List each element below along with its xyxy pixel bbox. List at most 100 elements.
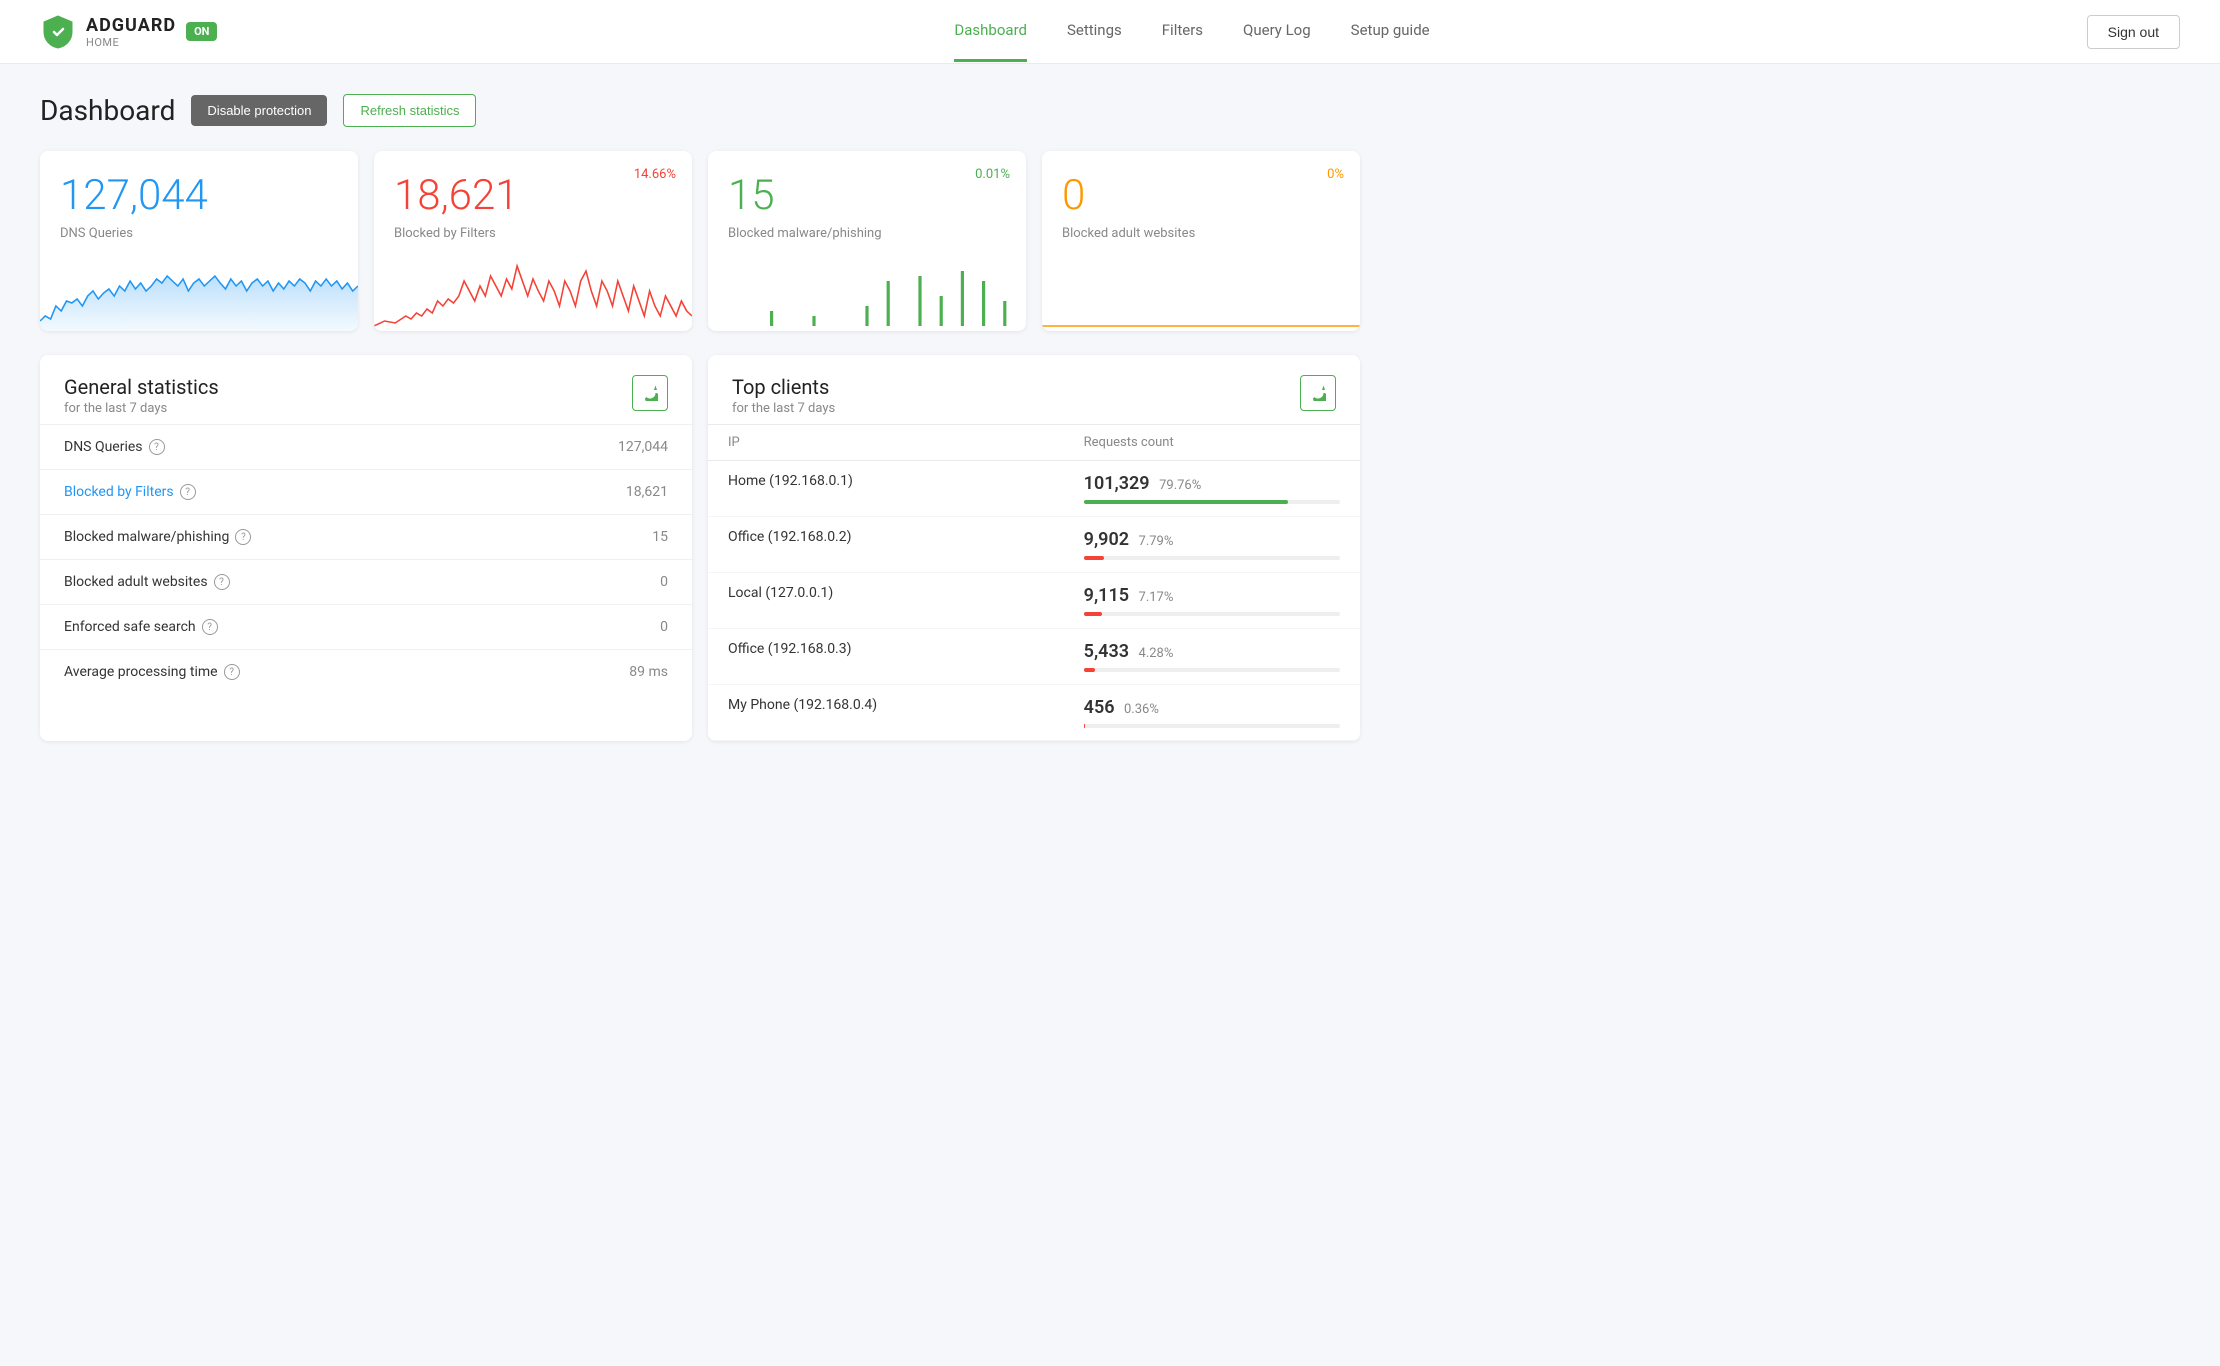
table-row: My Phone (192.168.0.4) 456 0.36% <box>708 685 1360 741</box>
top-clients-table: IP Requests count Home (192.168.0.1) 101… <box>708 424 1360 741</box>
table-row: Office (192.168.0.2) 9,902 7.79% <box>708 517 1360 573</box>
table-row: DNS Queries ? 127,044 <box>40 425 692 470</box>
row-label-safe-search: Enforced safe search ? <box>64 619 476 635</box>
help-icon-dns[interactable]: ? <box>149 439 165 455</box>
row-value-safe-search: 0 <box>500 605 692 650</box>
row-value-dns: 127,044 <box>500 425 692 470</box>
brand-name: ADGUARD <box>86 15 176 36</box>
general-stats-title: General statistics <box>64 375 219 399</box>
table-row: Blocked malware/phishing ? 15 <box>40 515 692 560</box>
general-stats-subtitle: for the last 7 days <box>64 401 219 416</box>
general-statistics-panel: General statistics for the last 7 days D… <box>40 355 692 741</box>
help-icon-blocked[interactable]: ? <box>180 484 196 500</box>
client-bar-fill-3 <box>1084 668 1095 672</box>
sign-out-button[interactable]: Sign out <box>2087 15 2180 49</box>
malware-percentage: 0.01% <box>975 167 1010 182</box>
help-icon-malware[interactable]: ? <box>235 529 251 545</box>
client-bar-fill-1 <box>1084 556 1104 560</box>
top-clients-subtitle: for the last 7 days <box>732 401 835 416</box>
malware-number: 15 <box>728 171 1006 220</box>
row-value-malware: 15 <box>500 515 692 560</box>
nav-query-log[interactable]: Query Log <box>1243 1 1311 62</box>
table-row: Blocked adult websites ? 0 <box>40 560 692 605</box>
adult-percentage: 0% <box>1327 167 1344 182</box>
nav-settings[interactable]: Settings <box>1067 1 1122 62</box>
status-badge: ON <box>186 22 217 41</box>
top-clients-panel: Top clients for the last 7 days IP Reque… <box>708 355 1360 741</box>
navbar: ADGUARD HOME ON Dashboard Settings Filte… <box>0 0 2220 64</box>
blocked-chart <box>374 261 692 331</box>
row-value-avg-time: 89 ms <box>500 650 692 695</box>
general-stats-refresh-button[interactable] <box>632 375 668 411</box>
logo: ADGUARD HOME ON <box>40 14 217 50</box>
stats-cards-row: 127,044 DNS Queries 14.66% 18,621 <box>40 151 1360 331</box>
col-header-requests: Requests count <box>1064 425 1360 461</box>
client-name-2: Local (127.0.0.1) <box>728 585 833 601</box>
help-icon-safe-search[interactable]: ? <box>202 619 218 635</box>
client-name-1: Office (192.168.0.2) <box>728 529 852 545</box>
client-name-3: Office (192.168.0.3) <box>728 641 852 657</box>
dns-queries-label: DNS Queries <box>60 226 338 241</box>
client-bar-track-2 <box>1084 612 1340 616</box>
col-header-ip: IP <box>708 425 1064 461</box>
general-stats-table: DNS Queries ? 127,044 Blocked by Filters… <box>40 424 692 694</box>
row-value-adult: 0 <box>500 560 692 605</box>
malware-label: Blocked malware/phishing <box>728 226 1006 241</box>
main-content: Dashboard Disable protection Refresh sta… <box>0 64 1400 771</box>
client-count-4: 456 0.36% <box>1084 697 1340 718</box>
blocked-number: 18,621 <box>394 171 672 220</box>
blocked-label: Blocked by Filters <box>394 226 672 241</box>
help-icon-avg-time[interactable]: ? <box>224 664 240 680</box>
adult-number: 0 <box>1062 171 1340 220</box>
row-label-avg-time: Average processing time ? <box>64 664 476 680</box>
table-row: Blocked by Filters ? 18,621 <box>40 470 692 515</box>
refresh-icon-clients <box>1310 385 1326 401</box>
dns-chart <box>40 261 358 331</box>
client-bar-track-4 <box>1084 724 1340 728</box>
help-icon-adult[interactable]: ? <box>214 574 230 590</box>
client-bar-track-1 <box>1084 556 1340 560</box>
row-label-dns: DNS Queries ? <box>64 439 476 455</box>
table-row: Office (192.168.0.3) 5,433 4.28% <box>708 629 1360 685</box>
top-clients-refresh-button[interactable] <box>1300 375 1336 411</box>
client-bar-fill-0 <box>1084 500 1288 504</box>
stat-card-adult: 0% 0 Blocked adult websites <box>1042 151 1360 331</box>
row-label-malware: Blocked malware/phishing ? <box>64 529 476 545</box>
adult-chart <box>1042 261 1360 331</box>
row-label-blocked: Blocked by Filters ? <box>64 484 476 500</box>
dashboard-header: Dashboard Disable protection Refresh sta… <box>40 94 1360 127</box>
client-bar-track-0 <box>1084 500 1340 504</box>
stat-card-dns: 127,044 DNS Queries <box>40 151 358 331</box>
top-clients-title: Top clients <box>732 375 835 399</box>
brand-sub: HOME <box>86 36 176 49</box>
stat-card-malware: 0.01% 15 Blocked malware/phishing <box>708 151 1026 331</box>
refresh-statistics-button[interactable]: Refresh statistics <box>343 94 476 127</box>
nav-dashboard[interactable]: Dashboard <box>954 1 1027 62</box>
client-bar-fill-2 <box>1084 612 1102 616</box>
bottom-row: General statistics for the last 7 days D… <box>40 355 1360 741</box>
disable-protection-button[interactable]: Disable protection <box>191 95 327 126</box>
nav-filters[interactable]: Filters <box>1162 1 1203 62</box>
row-label-adult: Blocked adult websites ? <box>64 574 476 590</box>
client-name-4: My Phone (192.168.0.4) <box>728 697 877 713</box>
malware-chart <box>708 261 1026 331</box>
table-row: Enforced safe search ? 0 <box>40 605 692 650</box>
adult-label: Blocked adult websites <box>1062 226 1340 241</box>
general-stats-header: General statistics for the last 7 days <box>40 355 692 424</box>
blocked-percentage: 14.66% <box>634 167 676 182</box>
client-count-1: 9,902 7.79% <box>1084 529 1340 550</box>
refresh-icon <box>642 385 658 401</box>
table-row: Local (127.0.0.1) 9,115 7.17% <box>708 573 1360 629</box>
row-value-blocked: 18,621 <box>500 470 692 515</box>
nav-right: Sign out <box>2087 15 2180 49</box>
client-count-3: 5,433 4.28% <box>1084 641 1340 662</box>
table-row: Home (192.168.0.1) 101,329 79.76% <box>708 461 1360 517</box>
client-bar-track-3 <box>1084 668 1340 672</box>
stat-card-blocked: 14.66% 18,621 Blocked by Filters <box>374 151 692 331</box>
client-count-0: 101,329 79.76% <box>1084 473 1340 494</box>
page-title: Dashboard <box>40 94 175 127</box>
top-clients-header: Top clients for the last 7 days <box>708 355 1360 424</box>
client-bar-fill-4 <box>1084 724 1085 728</box>
table-row: Average processing time ? 89 ms <box>40 650 692 695</box>
nav-setup-guide[interactable]: Setup guide <box>1351 1 1430 62</box>
